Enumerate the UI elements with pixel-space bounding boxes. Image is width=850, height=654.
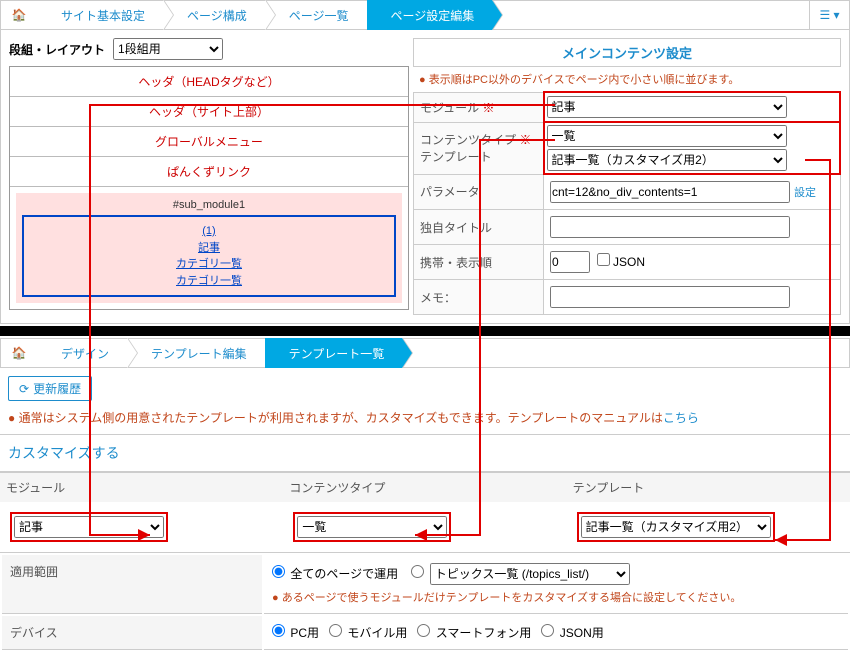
layout-label: 段組・レイアウト [9,41,105,58]
device-json-radio[interactable]: JSON用 [541,626,603,640]
history-button[interactable]: ⟳ 更新履歴 [8,376,92,401]
own-title-label: 独自タイトル [414,210,544,245]
filter-template-label: テンプレート [567,472,850,502]
device-pc-radio[interactable]: PC用 [272,626,319,640]
memo-input[interactable] [550,286,790,308]
preview-link[interactable]: カテゴリ一覧 [176,258,242,270]
crumb[interactable]: サイト基本設定 [37,0,163,30]
layout-preview: ヘッダ（HEADタグなど） ヘッダ（サイト上部） グローバルメニュー ぱんくずリ… [9,66,409,310]
preview-sub-title: #sub_module1 [22,199,396,211]
display-order-label: 携帯・表示順 [414,245,544,280]
filter-ctype-label: コンテンツタイプ [283,472,566,502]
preview-row: ぱんくずリンク [10,157,408,187]
refresh-icon: ⟳ [19,382,29,396]
memo-label: メモ： [414,280,544,315]
preview-row: ヘッダ（HEADタグなど） [10,67,408,97]
manual-link[interactable]: こちら [663,411,699,425]
device-label: デバイス [2,616,262,650]
filter-module-select[interactable]: 記事 [14,516,164,538]
template-select[interactable]: 記事一覧（カスタマイズ用2） [547,149,787,171]
preview-link[interactable]: (1) [202,225,215,237]
preview-row: グローバルメニュー [10,127,408,157]
breadcrumb-top: 🏠 サイト基本設定 ページ構成 ページ一覧 ページ設定編集 ☰ ▾ [0,0,850,30]
json-label: JSON [613,255,645,269]
apply-scope-label: 適用範囲 [2,555,262,614]
device-sp-radio[interactable]: スマートフォン用 [417,626,531,640]
home-icon[interactable]: 🏠 [1,346,37,360]
crumb-active: ページ設定編集 [367,0,493,30]
preview-link[interactable]: 記事 [198,242,220,254]
content-type-label: コンテンツタイプ ※テンプレート [414,122,544,174]
scope-page-radio[interactable] [411,567,426,581]
scope-page-select[interactable]: トピックス一覧 (/topics_list/) [430,563,630,585]
filter-ctype-select[interactable]: 一覧 [297,516,447,538]
display-order-note: ● 表示順はPC以外のデバイスでページ内で小さい順に並びます。 [413,67,841,91]
scope-note: ● あるページで使うモジュールだけテンプレートをカスタマイズする場合に設定してく… [272,589,840,605]
display-order-input[interactable] [550,251,590,273]
filter-module-label: モジュール [0,472,283,502]
hamburger-icon[interactable]: ☰ ▾ [809,1,849,29]
crumb-active: テンプレート一覧 [265,338,403,368]
scope-all-radio[interactable]: 全てのページで運用 [272,567,398,581]
preview-link[interactable]: カテゴリ一覧 [176,275,242,287]
crumb[interactable]: デザイン [37,338,127,368]
filter-template-select[interactable]: 記事一覧（カスタマイズ用2） [581,516,771,538]
preview-selected[interactable]: #sub_module1 (1) 記事 カテゴリ一覧 カテゴリ一覧 [16,193,402,303]
customize-title: カスタマイズする [0,434,850,472]
parameter-set-link[interactable]: 設定 [794,187,816,199]
module-select[interactable]: 記事 [547,96,787,118]
parameter-label: パラメータ [414,174,544,210]
layout-select[interactable]: 1段組用 [113,38,223,60]
main-content-title: メインコンテンツ設定 [413,38,841,67]
module-label: モジュール ※ [414,92,544,122]
own-title-input[interactable] [550,216,790,238]
content-type-select[interactable]: 一覧 [547,125,787,147]
home-icon[interactable]: 🏠 [1,8,37,22]
crumb[interactable]: ページ一覧 [265,0,367,30]
screen-divider [0,326,850,336]
crumb[interactable]: ページ構成 [163,0,265,30]
device-mobile-radio[interactable]: モバイル用 [329,626,407,640]
preview-row: ヘッダ（サイト上部） [10,97,408,127]
breadcrumb-bottom: 🏠 デザイン テンプレート編集 テンプレート一覧 [0,338,850,368]
crumb[interactable]: テンプレート編集 [127,338,265,368]
description-text: ● 通常はシステム側の用意されたテンプレートが利用されますが、カスタマイズもでき… [0,409,850,434]
parameter-input[interactable] [550,181,790,203]
json-checkbox[interactable] [597,253,610,266]
